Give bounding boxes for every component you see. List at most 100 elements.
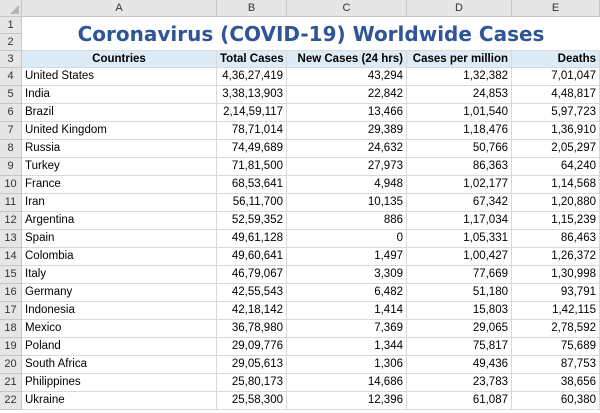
value-cell[interactable]: 5,97,723 [512,104,600,122]
column-header-e[interactable]: E [512,0,600,17]
value-cell[interactable]: 1,36,910 [512,122,600,140]
row-header-14[interactable]: 14 [0,248,22,266]
value-cell[interactable]: 49,436 [407,356,512,374]
value-cell[interactable]: 42,18,142 [217,302,287,320]
value-cell[interactable]: 1,18,476 [407,122,512,140]
value-cell[interactable]: 1,05,331 [407,230,512,248]
country-cell[interactable]: Argentina [22,212,217,230]
country-cell[interactable]: Colombia [22,248,217,266]
value-cell[interactable]: 12,396 [287,392,407,410]
column-header-d[interactable]: D [407,0,512,17]
value-cell[interactable]: 60,380 [512,392,600,410]
row-header-5[interactable]: 5 [0,86,22,104]
row-header-20[interactable]: 20 [0,356,22,374]
value-cell[interactable]: 29,09,776 [217,338,287,356]
row-header-1[interactable]: 1 [0,17,22,34]
value-cell[interactable]: 13,466 [287,104,407,122]
header-cell-total-cases[interactable]: Total Cases [217,51,287,68]
country-cell[interactable]: Iran [22,194,217,212]
value-cell[interactable]: 27,973 [287,158,407,176]
value-cell[interactable]: 56,11,700 [217,194,287,212]
value-cell[interactable]: 43,294 [287,68,407,86]
value-cell[interactable]: 1,02,177 [407,176,512,194]
value-cell[interactable]: 4,48,817 [512,86,600,104]
value-cell[interactable]: 14,686 [287,374,407,392]
value-cell[interactable]: 2,14,59,117 [217,104,287,122]
row-header-7[interactable]: 7 [0,122,22,140]
country-cell[interactable]: Philippines [22,374,217,392]
value-cell[interactable]: 51,180 [407,284,512,302]
column-header-c[interactable]: C [287,0,407,17]
value-cell[interactable]: 42,55,543 [217,284,287,302]
value-cell[interactable]: 1,01,540 [407,104,512,122]
row-header-18[interactable]: 18 [0,320,22,338]
value-cell[interactable]: 1,414 [287,302,407,320]
country-cell[interactable]: South Africa [22,356,217,374]
value-cell[interactable]: 1,344 [287,338,407,356]
value-cell[interactable]: 22,842 [287,86,407,104]
country-cell[interactable]: Italy [22,266,217,284]
row-header-22[interactable]: 22 [0,392,22,410]
value-cell[interactable]: 1,15,239 [512,212,600,230]
country-cell[interactable]: India [22,86,217,104]
value-cell[interactable]: 78,71,014 [217,122,287,140]
value-cell[interactable]: 68,53,641 [217,176,287,194]
value-cell[interactable]: 61,087 [407,392,512,410]
value-cell[interactable]: 87,753 [512,356,600,374]
row-header-8[interactable]: 8 [0,140,22,158]
select-all-button[interactable] [0,0,22,17]
value-cell[interactable]: 886 [287,212,407,230]
value-cell[interactable]: 49,61,128 [217,230,287,248]
value-cell[interactable]: 1,17,034 [407,212,512,230]
value-cell[interactable]: 7,01,047 [512,68,600,86]
value-cell[interactable]: 77,669 [407,266,512,284]
value-cell[interactable]: 10,135 [287,194,407,212]
row-header-2[interactable]: 2 [0,34,22,51]
country-cell[interactable]: Poland [22,338,217,356]
value-cell[interactable]: 15,803 [407,302,512,320]
value-cell[interactable]: 50,766 [407,140,512,158]
row-header-9[interactable]: 9 [0,158,22,176]
value-cell[interactable]: 25,80,173 [217,374,287,392]
value-cell[interactable]: 1,497 [287,248,407,266]
value-cell[interactable]: 49,60,641 [217,248,287,266]
value-cell[interactable]: 75,817 [407,338,512,356]
column-header-a[interactable]: A [22,0,217,17]
value-cell[interactable]: 29,05,613 [217,356,287,374]
row-header-13[interactable]: 13 [0,230,22,248]
value-cell[interactable]: 1,00,427 [407,248,512,266]
country-cell[interactable]: Ukraine [22,392,217,410]
header-cell-cases-per-million[interactable]: Cases per million [407,51,512,68]
row-header-17[interactable]: 17 [0,302,22,320]
row-header-19[interactable]: 19 [0,338,22,356]
row-header-4[interactable]: 4 [0,68,22,86]
value-cell[interactable]: 1,30,998 [512,266,600,284]
value-cell[interactable]: 67,342 [407,194,512,212]
row-header-3[interactable]: 3 [0,51,22,68]
country-cell[interactable]: Germany [22,284,217,302]
country-cell[interactable]: Turkey [22,158,217,176]
value-cell[interactable]: 1,306 [287,356,407,374]
country-cell[interactable]: Russia [22,140,217,158]
value-cell[interactable]: 24,853 [407,86,512,104]
row-header-16[interactable]: 16 [0,284,22,302]
row-header-10[interactable]: 10 [0,176,22,194]
value-cell[interactable]: 74,49,689 [217,140,287,158]
value-cell[interactable]: 36,78,980 [217,320,287,338]
header-cell-countries[interactable]: Countries [22,51,217,68]
value-cell[interactable]: 6,482 [287,284,407,302]
value-cell[interactable]: 24,632 [287,140,407,158]
value-cell[interactable]: 1,32,382 [407,68,512,86]
value-cell[interactable]: 86,363 [407,158,512,176]
value-cell[interactable]: 2,78,592 [512,320,600,338]
country-cell[interactable]: Spain [22,230,217,248]
value-cell[interactable]: 29,389 [287,122,407,140]
value-cell[interactable]: 3,309 [287,266,407,284]
header-cell-deaths[interactable]: Deaths [512,51,600,68]
value-cell[interactable]: 2,05,297 [512,140,600,158]
country-cell[interactable]: France [22,176,217,194]
column-header-b[interactable]: B [217,0,287,17]
value-cell[interactable]: 7,369 [287,320,407,338]
row-header-12[interactable]: 12 [0,212,22,230]
value-cell[interactable]: 4,36,27,419 [217,68,287,86]
